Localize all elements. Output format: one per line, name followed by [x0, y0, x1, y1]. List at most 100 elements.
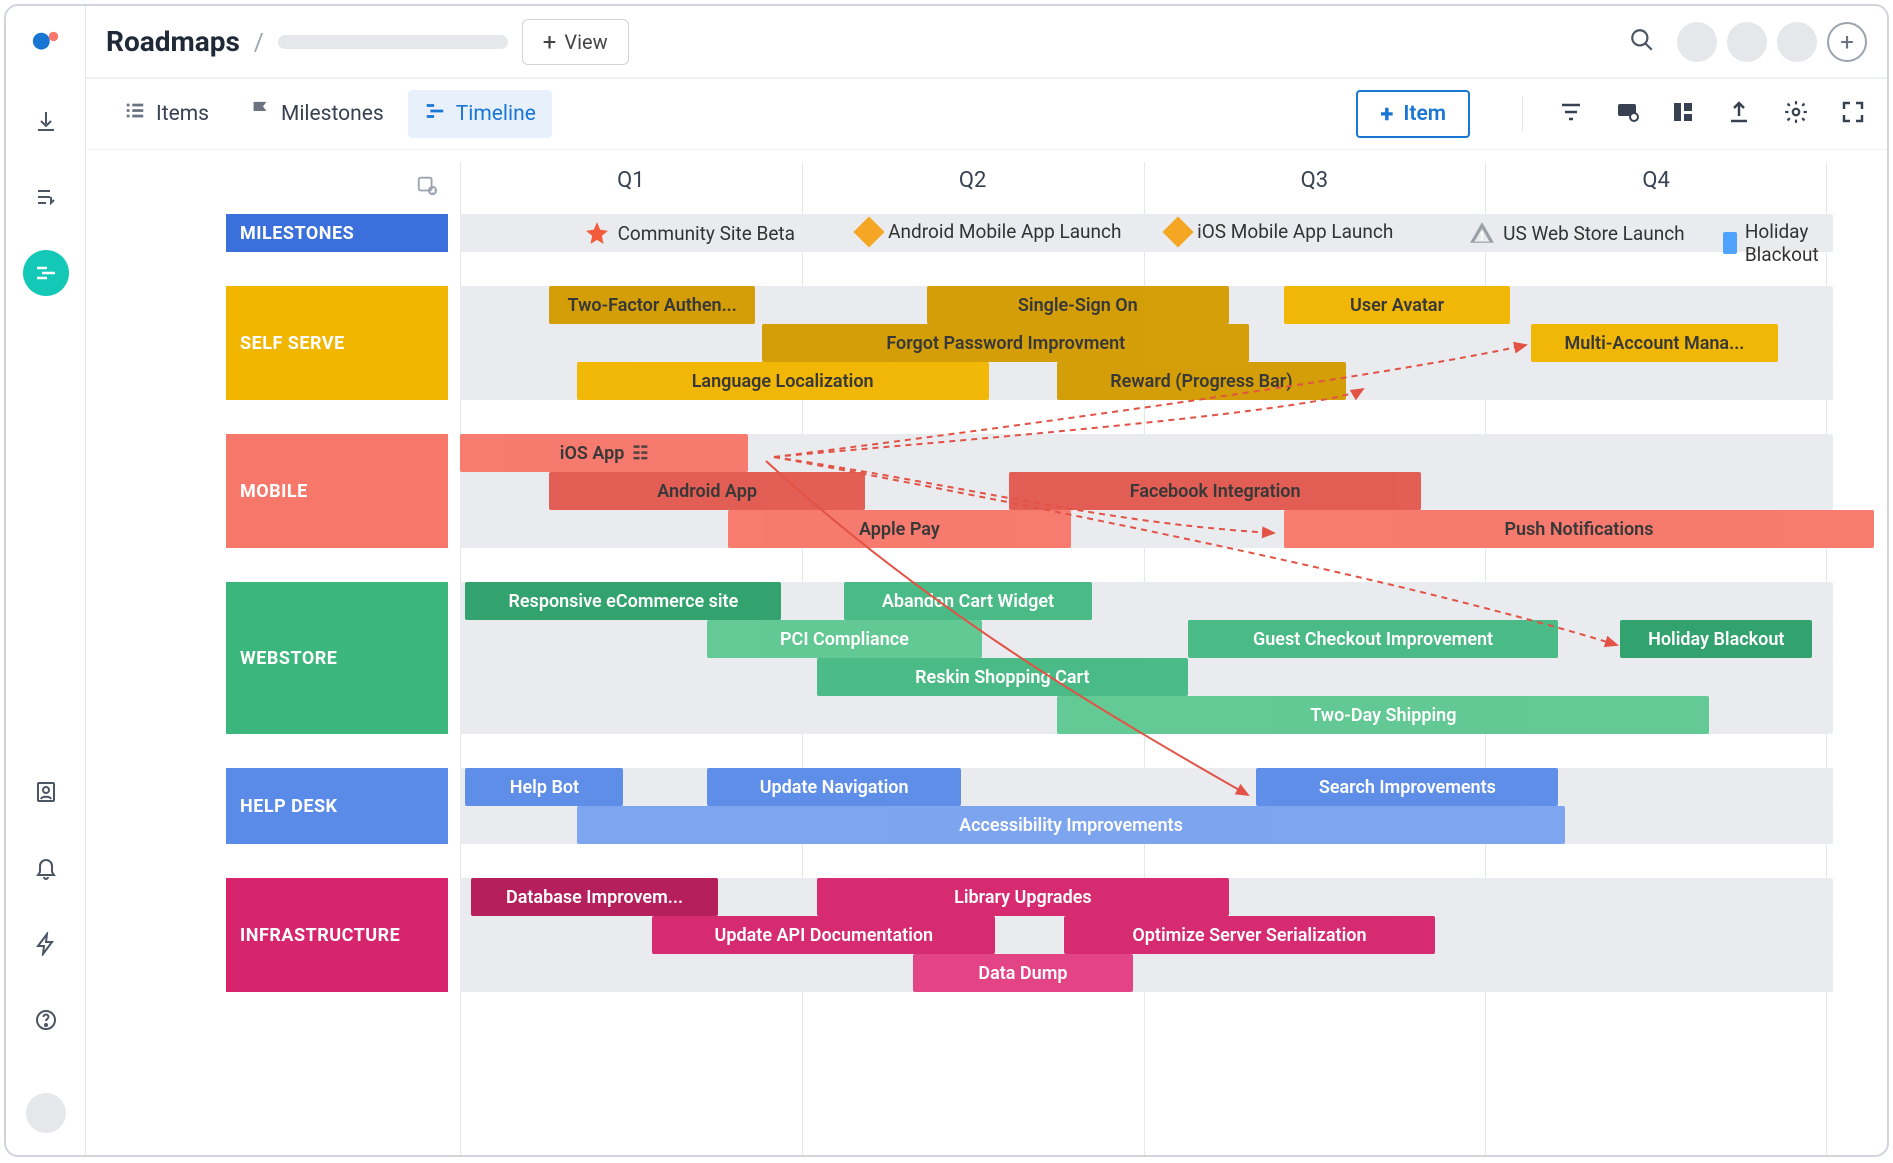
timeline-bar[interactable]: Data Dump: [913, 954, 1133, 992]
rail-bell-icon[interactable]: [23, 845, 69, 891]
bar-label: Optimize Server Serialization: [1132, 925, 1366, 946]
lane: Responsive eCommerce site Abandon Cart Wi…: [460, 582, 1833, 620]
breadcrumb-placeholder: [278, 35, 508, 49]
timeline-bar[interactable]: Help Bot: [465, 768, 623, 806]
lane: PCI Compliance Guest Checkout Improvement…: [460, 620, 1833, 658]
lane: Help Bot Update Navigation Search Improvem…: [460, 768, 1833, 806]
timeline-bar[interactable]: Two-Day Shipping: [1057, 696, 1709, 734]
rail-help-icon[interactable]: [23, 997, 69, 1043]
timeline-bar[interactable]: Search Improvements: [1256, 768, 1558, 806]
timeline-bar[interactable]: Two-Factor Authen...: [549, 286, 755, 324]
timeline-bar[interactable]: Reward (Progress Bar): [1057, 362, 1345, 400]
bar-label: Language Localization: [692, 371, 874, 392]
section-header-mobile[interactable]: MOBILE: [226, 434, 448, 548]
invite-button[interactable]: +: [1827, 22, 1867, 62]
add-item-button[interactable]: + Item: [1356, 90, 1470, 138]
settings-icon[interactable]: [1783, 99, 1809, 129]
bar-label: Holiday Blackout: [1648, 629, 1784, 650]
timeline-bar[interactable]: Single-Sign On: [927, 286, 1229, 324]
timeline-bar[interactable]: Accessibility Improvements: [577, 806, 1566, 844]
milestone-item[interactable]: iOS Mobile App Launch: [1167, 220, 1393, 243]
layout-icon[interactable]: [1671, 100, 1695, 128]
bar-label: Reskin Shopping Cart: [915, 667, 1089, 688]
section-header-self-serve[interactable]: SELF SERVE: [226, 286, 448, 400]
timeline-bar[interactable]: Language Localization: [577, 362, 989, 400]
timeline-bar[interactable]: Holiday Blackout: [1620, 620, 1812, 658]
timeline-bar[interactable]: Apple Pay: [728, 510, 1071, 548]
bar-label: iOS App: [560, 443, 625, 464]
timeline-bar[interactable]: User Avatar: [1284, 286, 1511, 324]
bar-label: Two-Day Shipping: [1310, 705, 1456, 726]
timeline-bar[interactable]: Optimize Server Serialization: [1064, 916, 1435, 954]
link-icon[interactable]: [1615, 100, 1639, 128]
subtask-icon: ☷: [632, 443, 648, 464]
timeline-bar[interactable]: Responsive eCommerce site: [465, 582, 781, 620]
section-header-help-desk[interactable]: HELP DESK: [226, 768, 448, 844]
tab-items[interactable]: Items: [108, 90, 225, 138]
rail-contact-icon[interactable]: [23, 769, 69, 815]
bar-label: Push Notifications: [1504, 519, 1653, 540]
lane: Forgot Password Improvment Multi-Account …: [460, 324, 1833, 362]
top-bar: Roadmaps / + View +: [86, 6, 1887, 78]
rail-download-icon[interactable]: [23, 98, 69, 144]
timeline-bar[interactable]: Database Improvem...: [471, 878, 718, 916]
timeline-bar[interactable]: Multi-Account Mana...: [1531, 324, 1778, 362]
milestone-label: Community Site Beta: [618, 222, 795, 245]
breadcrumb-separator: /: [254, 28, 264, 56]
timeline-bar[interactable]: Reskin Shopping Cart: [817, 658, 1188, 696]
milestone-item[interactable]: Holiday Blackout: [1723, 220, 1833, 266]
bar-label: Update API Documentation: [715, 925, 934, 946]
tab-items-label: Items: [156, 102, 209, 126]
tab-timeline[interactable]: Timeline: [408, 90, 552, 138]
section-header-milestones[interactable]: MILESTONES: [226, 214, 448, 252]
timeline-bar[interactable]: Update API Documentation: [652, 916, 995, 954]
timeline-bar[interactable]: Forgot Password Improvment: [762, 324, 1249, 362]
avatar-3[interactable]: [1777, 22, 1817, 62]
milestone-label: US Web Store Launch: [1503, 222, 1684, 245]
add-item-label: Item: [1403, 102, 1446, 126]
app-logo: [31, 28, 61, 58]
timeline-bar[interactable]: Push Notifications: [1284, 510, 1874, 548]
rail-list-icon[interactable]: [23, 174, 69, 220]
timeline-bar[interactable]: Android App: [549, 472, 865, 510]
rail-timeline-icon[interactable]: [23, 250, 69, 296]
rail-bolt-icon[interactable]: [23, 921, 69, 967]
timeline-bar[interactable]: Update Navigation: [707, 768, 961, 806]
bar-label: Forgot Password Improvment: [886, 333, 1125, 354]
bar-label: PCI Compliance: [780, 629, 909, 650]
rail-avatar[interactable]: [26, 1093, 66, 1133]
timeline-bar[interactable]: PCI Compliance: [707, 620, 982, 658]
lane: Two-Day Shipping: [460, 696, 1833, 734]
timeline-bar[interactable]: Library Upgrades: [817, 878, 1229, 916]
quarter-header: Q4: [1485, 168, 1827, 208]
section-header-infrastructure[interactable]: INFRASTRUCTURE: [226, 878, 448, 992]
avatar-2[interactable]: [1727, 22, 1767, 62]
export-icon[interactable]: [1727, 100, 1751, 128]
fullscreen-icon[interactable]: [1841, 100, 1865, 128]
quarter-header: Q3: [1144, 168, 1486, 208]
section-header-webstore[interactable]: WEBSTORE: [226, 582, 448, 734]
bar-label: Data Dump: [978, 963, 1067, 984]
timeline-bar[interactable]: Guest Checkout Improvement: [1188, 620, 1559, 658]
bar-label: Multi-Account Mana...: [1565, 333, 1745, 354]
timeline-bar[interactable]: Abandon Cart Widget: [844, 582, 1091, 620]
search-icon[interactable]: [1629, 27, 1655, 57]
lane: Reskin Shopping Cart: [460, 658, 1833, 696]
timeline-bar[interactable]: iOS App ☷: [460, 434, 748, 472]
quarter-header: Q1: [460, 168, 802, 208]
filter-icon[interactable]: [1559, 100, 1583, 128]
tab-timeline-label: Timeline: [456, 102, 536, 126]
avatar-1[interactable]: [1677, 22, 1717, 62]
bar-label: Apple Pay: [859, 519, 940, 540]
add-view-button[interactable]: + View: [522, 19, 629, 65]
milestone-item[interactable]: Android Mobile App Launch: [858, 220, 1121, 243]
milestone-item[interactable]: Community Site Beta: [584, 220, 795, 246]
milestone-label: Holiday Blackout: [1745, 220, 1833, 266]
tab-milestones[interactable]: Milestones: [233, 90, 400, 138]
bar-label: Abandon Cart Widget: [882, 591, 1054, 612]
column-settings-icon[interactable]: [416, 174, 438, 200]
bar-label: User Avatar: [1350, 295, 1444, 316]
milestone-item[interactable]: US Web Store Launch: [1469, 220, 1684, 246]
timeline-bar[interactable]: Facebook Integration: [1009, 472, 1421, 510]
lane: Apple Pay Push Notifications: [460, 510, 1833, 548]
